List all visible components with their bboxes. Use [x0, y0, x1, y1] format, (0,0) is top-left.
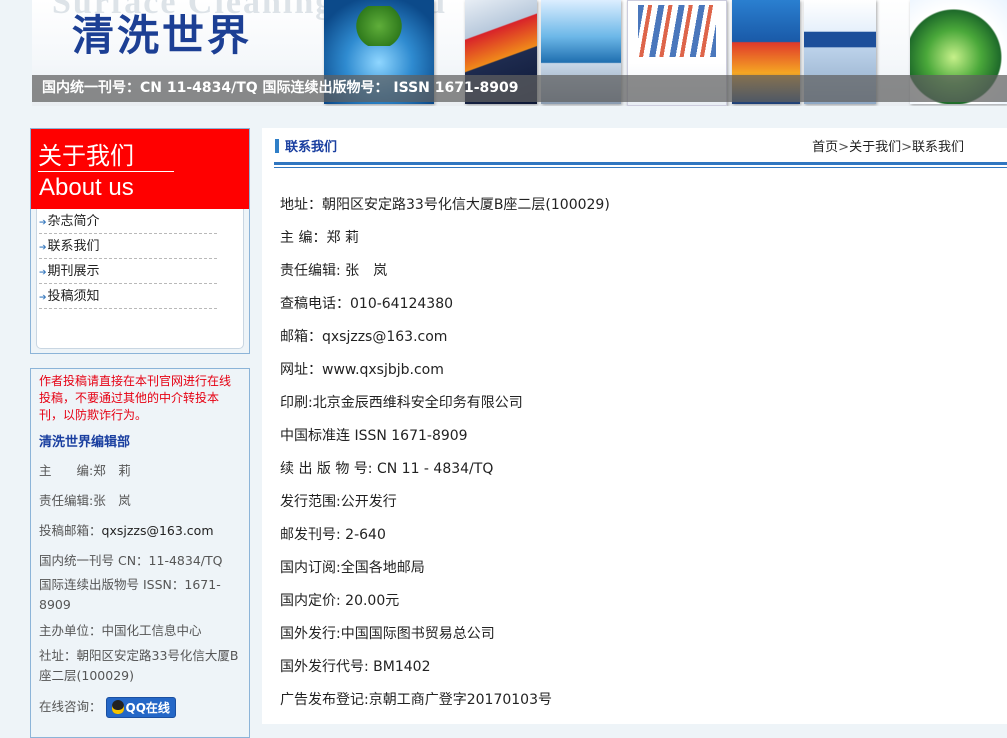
contact-printer: 印刷:北京金辰西维科安全印务有限公司	[280, 395, 523, 411]
qq-button-label: QQ在线	[125, 701, 170, 715]
contact-distribution-scope: 发行范围:公开发行	[280, 494, 397, 510]
site-logo-text: 清洗世界	[72, 11, 253, 60]
menu-item-label: 投稿须知	[47, 289, 100, 304]
menu-item-issue-display[interactable]: ➔期刊展示	[39, 259, 217, 284]
email-value[interactable]: qxsjzzs@163.com	[102, 523, 214, 538]
breadcrumb-separator: >	[838, 140, 850, 155]
chief-editor: 主 编:郑 莉	[39, 463, 131, 478]
header-banner: Surface Cleaning World 清洗世界 国内统一刊号：CN 11…	[32, 0, 1007, 106]
title-marker	[275, 139, 279, 153]
contact-website: 网址：www.qxsjbjb.com	[280, 362, 444, 378]
qq-penguin-icon	[111, 700, 124, 714]
contact-details: 地址：朝阳区安定路33号化信大厦B座二层(100029) 主 编：郑 莉 责任编…	[280, 196, 610, 724]
consult-label: 在线咨询：	[39, 699, 102, 714]
email-label: 投稿邮箱：	[39, 523, 102, 538]
contact-domestic-price: 国内定价: 20.00元	[280, 593, 400, 609]
arrow-right-icon: ➔	[39, 218, 47, 228]
contact-ad-registration: 广告发布登记:京朝工商广登字20170103号	[280, 692, 552, 708]
contact-postal-code: 邮发刊号: 2-640	[280, 527, 386, 543]
breadcrumb-contact[interactable]: 联系我们	[912, 140, 964, 155]
arrow-right-icon: ➔	[39, 243, 47, 253]
about-us-title-cn: 关于我们	[38, 142, 134, 170]
breadcrumb-about[interactable]: 关于我们	[849, 140, 901, 155]
contact-phone: 查稿电话：010-64124380	[280, 296, 454, 312]
contact-overseas-distributor: 国外发行:中国国际图书贸易总公司	[280, 626, 495, 642]
menu-item-contact-us[interactable]: ➔联系我们	[39, 234, 217, 259]
fraud-notice: 作者投稿请直接在本刊官网进行在线投稿，不要通过其他的中介转投本刊，以防欺诈行为。	[39, 374, 232, 422]
contact-overseas-code: 国外发行代号: BM1402	[280, 659, 431, 675]
contact-address: 地址：朝阳区安定路33号化信大厦B座二层(100029)	[280, 197, 610, 213]
section-title-bar: 联系我们 首页>关于我们>联系我们	[274, 128, 1007, 168]
about-us-title-en: About us	[39, 174, 134, 201]
arrow-right-icon: ➔	[39, 268, 47, 278]
editorial-office-title: 清洗世界编辑部	[39, 435, 131, 450]
contact-responsible-editor: 责任编辑: 张 岚	[280, 263, 388, 279]
qq-online-button[interactable]: QQ在线	[105, 697, 176, 718]
breadcrumb-separator: >	[901, 140, 912, 155]
menu-item-label: 期刊展示	[47, 264, 100, 279]
menu-item-label: 杂志简介	[47, 214, 100, 229]
online-consult: 在线咨询： QQ在线	[39, 697, 241, 718]
editorial-info-panel: 作者投稿请直接在本刊官网进行在线投稿，不要通过其他的中介转投本刊，以防欺诈行为。…	[30, 368, 250, 738]
submission-email: 投稿邮箱：qxsjzzs@163.com	[39, 521, 241, 541]
page-title: 联系我们	[285, 140, 338, 155]
breadcrumb: 首页>关于我们>联系我们	[812, 136, 964, 155]
contact-email: 邮箱：qxsjzzs@163.com	[280, 329, 448, 345]
contact-cn: 续 出 版 物 号: CN 11 - 4834/TQ	[280, 461, 494, 477]
menu-item-label: 联系我们	[47, 239, 100, 254]
about-us-header: 关于我们 About us	[31, 129, 249, 209]
menu-item-submission-guide[interactable]: ➔投稿须知	[39, 284, 217, 309]
issn-bar: 国内统一刊号：CN 11-4834/TQ 国际连续出版物号： ISSN 1671…	[32, 75, 1007, 102]
responsible-editor: 责任编辑:张 岚	[39, 493, 131, 508]
about-us-menu: ➔杂志简介 ➔联系我们 ➔期刊展示 ➔投稿须知	[36, 209, 244, 349]
breadcrumb-home[interactable]: 首页	[812, 140, 838, 155]
address: 社址：朝阳区安定路33号化信大厦B座二层(100029)	[39, 648, 239, 683]
contact-issn: 中国标准连 ISSN 1671-8909	[280, 428, 468, 444]
host-unit: 主办单位：中国化工信息中心	[39, 623, 202, 638]
contact-chief-editor: 主 编：郑 莉	[280, 230, 359, 246]
divider	[38, 171, 174, 172]
about-us-panel: 关于我们 About us ➔杂志简介 ➔联系我们 ➔期刊展示 ➔投稿须知	[30, 128, 250, 354]
cn-number: 国内统一刊号 CN：11-4834/TQ	[39, 553, 223, 568]
menu-item-magazine-intro[interactable]: ➔杂志简介	[39, 209, 217, 234]
main-content: 联系我们 首页>关于我们>联系我们 地址：朝阳区安定路33号化信大厦B座二层(1…	[262, 128, 1007, 724]
contact-domestic-subscription: 国内订阅:全国各地邮局	[280, 560, 425, 576]
arrow-right-icon: ➔	[39, 293, 47, 303]
issn-number: 国际连续出版物号 ISSN：1671-8909	[39, 577, 221, 612]
